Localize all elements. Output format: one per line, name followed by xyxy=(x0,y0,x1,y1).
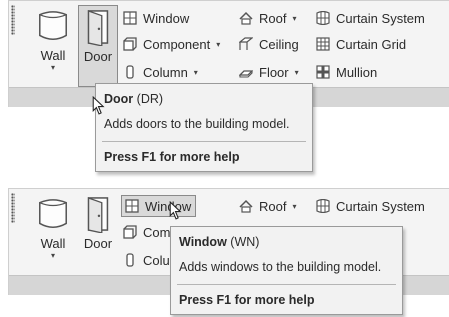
floor-button[interactable]: Floor ▾ xyxy=(239,61,299,83)
curtain-system-button[interactable]: Curtain System xyxy=(316,7,425,29)
door-button-label: Door xyxy=(83,49,113,64)
curtain-system-icon xyxy=(316,11,330,25)
ceiling-button[interactable]: Ceiling xyxy=(239,33,299,55)
tooltip-description: Adds doors to the building model. xyxy=(104,117,290,131)
column-label: Column xyxy=(143,64,188,80)
tooltip-description: Adds windows to the building model. xyxy=(179,260,382,274)
column-dropdown-arrow[interactable]: ▾ xyxy=(194,68,198,77)
component-icon xyxy=(123,37,137,51)
panel-grip-handle[interactable] xyxy=(11,193,15,223)
wall-button[interactable]: Wall ▾ xyxy=(35,193,71,275)
tooltip-command-name: Door xyxy=(104,92,134,106)
curtain-grid-icon xyxy=(316,37,330,51)
roof-icon xyxy=(239,11,253,25)
tooltip-divider xyxy=(177,284,396,285)
mullion-button[interactable]: Mullion xyxy=(316,61,377,83)
roof-button[interactable]: Roof ▾ xyxy=(239,7,296,29)
component-icon xyxy=(123,225,137,239)
roof-dropdown-arrow[interactable]: ▾ xyxy=(292,202,296,211)
floor-dropdown-arrow[interactable]: ▾ xyxy=(295,68,299,77)
ceiling-label: Ceiling xyxy=(259,36,299,52)
tooltip-command-name: Window xyxy=(179,235,227,249)
door-icon xyxy=(81,8,115,46)
column-label: Colu xyxy=(143,252,170,268)
component-dropdown-arrow[interactable]: ▾ xyxy=(216,40,220,49)
wall-dropdown-arrow[interactable]: ▾ xyxy=(35,63,71,72)
tooltip-shortcut: (DR) xyxy=(136,92,164,106)
floor-icon xyxy=(239,65,253,79)
window-label: Window xyxy=(143,10,190,26)
window-button[interactable]: Window xyxy=(123,7,189,29)
curtain-system-label: Curtain System xyxy=(336,10,425,26)
component-button[interactable]: Component ▾ xyxy=(123,33,220,55)
door-button[interactable]: Door xyxy=(78,5,118,87)
window-icon xyxy=(123,11,137,25)
wall-button[interactable]: Wall ▾ xyxy=(35,5,71,87)
ceiling-icon xyxy=(239,37,253,51)
mouse-cursor-icon xyxy=(92,96,105,115)
curtain-grid-label: Curtain Grid xyxy=(336,36,407,52)
wall-icon xyxy=(36,195,70,233)
window-button[interactable]: Window xyxy=(121,195,197,217)
tooltip-title: Door (DR) xyxy=(104,92,163,106)
curtain-system-label: Curtain System xyxy=(336,198,425,214)
curtain-system-icon xyxy=(316,199,330,213)
floor-label: Floor xyxy=(259,64,289,80)
tooltip-help-hint: Press F1 for more help xyxy=(179,293,315,307)
roof-label: Roof xyxy=(259,10,287,26)
window-icon xyxy=(125,199,139,213)
wall-dropdown-arrow[interactable]: ▾ xyxy=(35,251,71,260)
mullion-label: Mullion xyxy=(336,64,378,80)
column-button[interactable]: Colu xyxy=(123,249,170,271)
component-button[interactable]: Com xyxy=(123,221,170,243)
wall-button-label: Wall xyxy=(40,48,66,63)
window-tooltip: Window (WN) Adds windows to the building… xyxy=(170,226,403,315)
door-button[interactable]: Door xyxy=(78,193,118,275)
door-tooltip: Door (DR) Adds doors to the building mod… xyxy=(95,83,313,172)
column-icon xyxy=(123,253,137,267)
panel-grip-handle[interactable] xyxy=(11,5,15,35)
roof-button[interactable]: Roof ▾ xyxy=(239,195,296,217)
curtain-system-button[interactable]: Curtain System xyxy=(316,195,425,217)
wall-button-label: Wall xyxy=(40,236,66,251)
component-label: Com xyxy=(143,224,171,240)
tooltip-help-hint: Press F1 for more help xyxy=(104,150,240,164)
tooltip-shortcut: (WN) xyxy=(230,235,260,249)
roof-label: Roof xyxy=(259,198,287,214)
roof-dropdown-arrow[interactable]: ▾ xyxy=(292,14,296,23)
mullion-icon xyxy=(316,65,330,79)
component-label: Component xyxy=(143,36,211,52)
mouse-cursor-icon xyxy=(169,201,182,220)
column-icon xyxy=(123,65,137,79)
roof-icon xyxy=(239,199,253,213)
column-button[interactable]: Column ▾ xyxy=(123,61,198,83)
curtain-grid-button[interactable]: Curtain Grid xyxy=(316,33,406,55)
door-icon xyxy=(81,195,115,233)
tooltip-divider xyxy=(102,141,306,142)
wall-icon xyxy=(36,7,70,45)
tooltip-title: Window (WN) xyxy=(179,235,259,249)
door-button-label: Door xyxy=(83,236,113,251)
